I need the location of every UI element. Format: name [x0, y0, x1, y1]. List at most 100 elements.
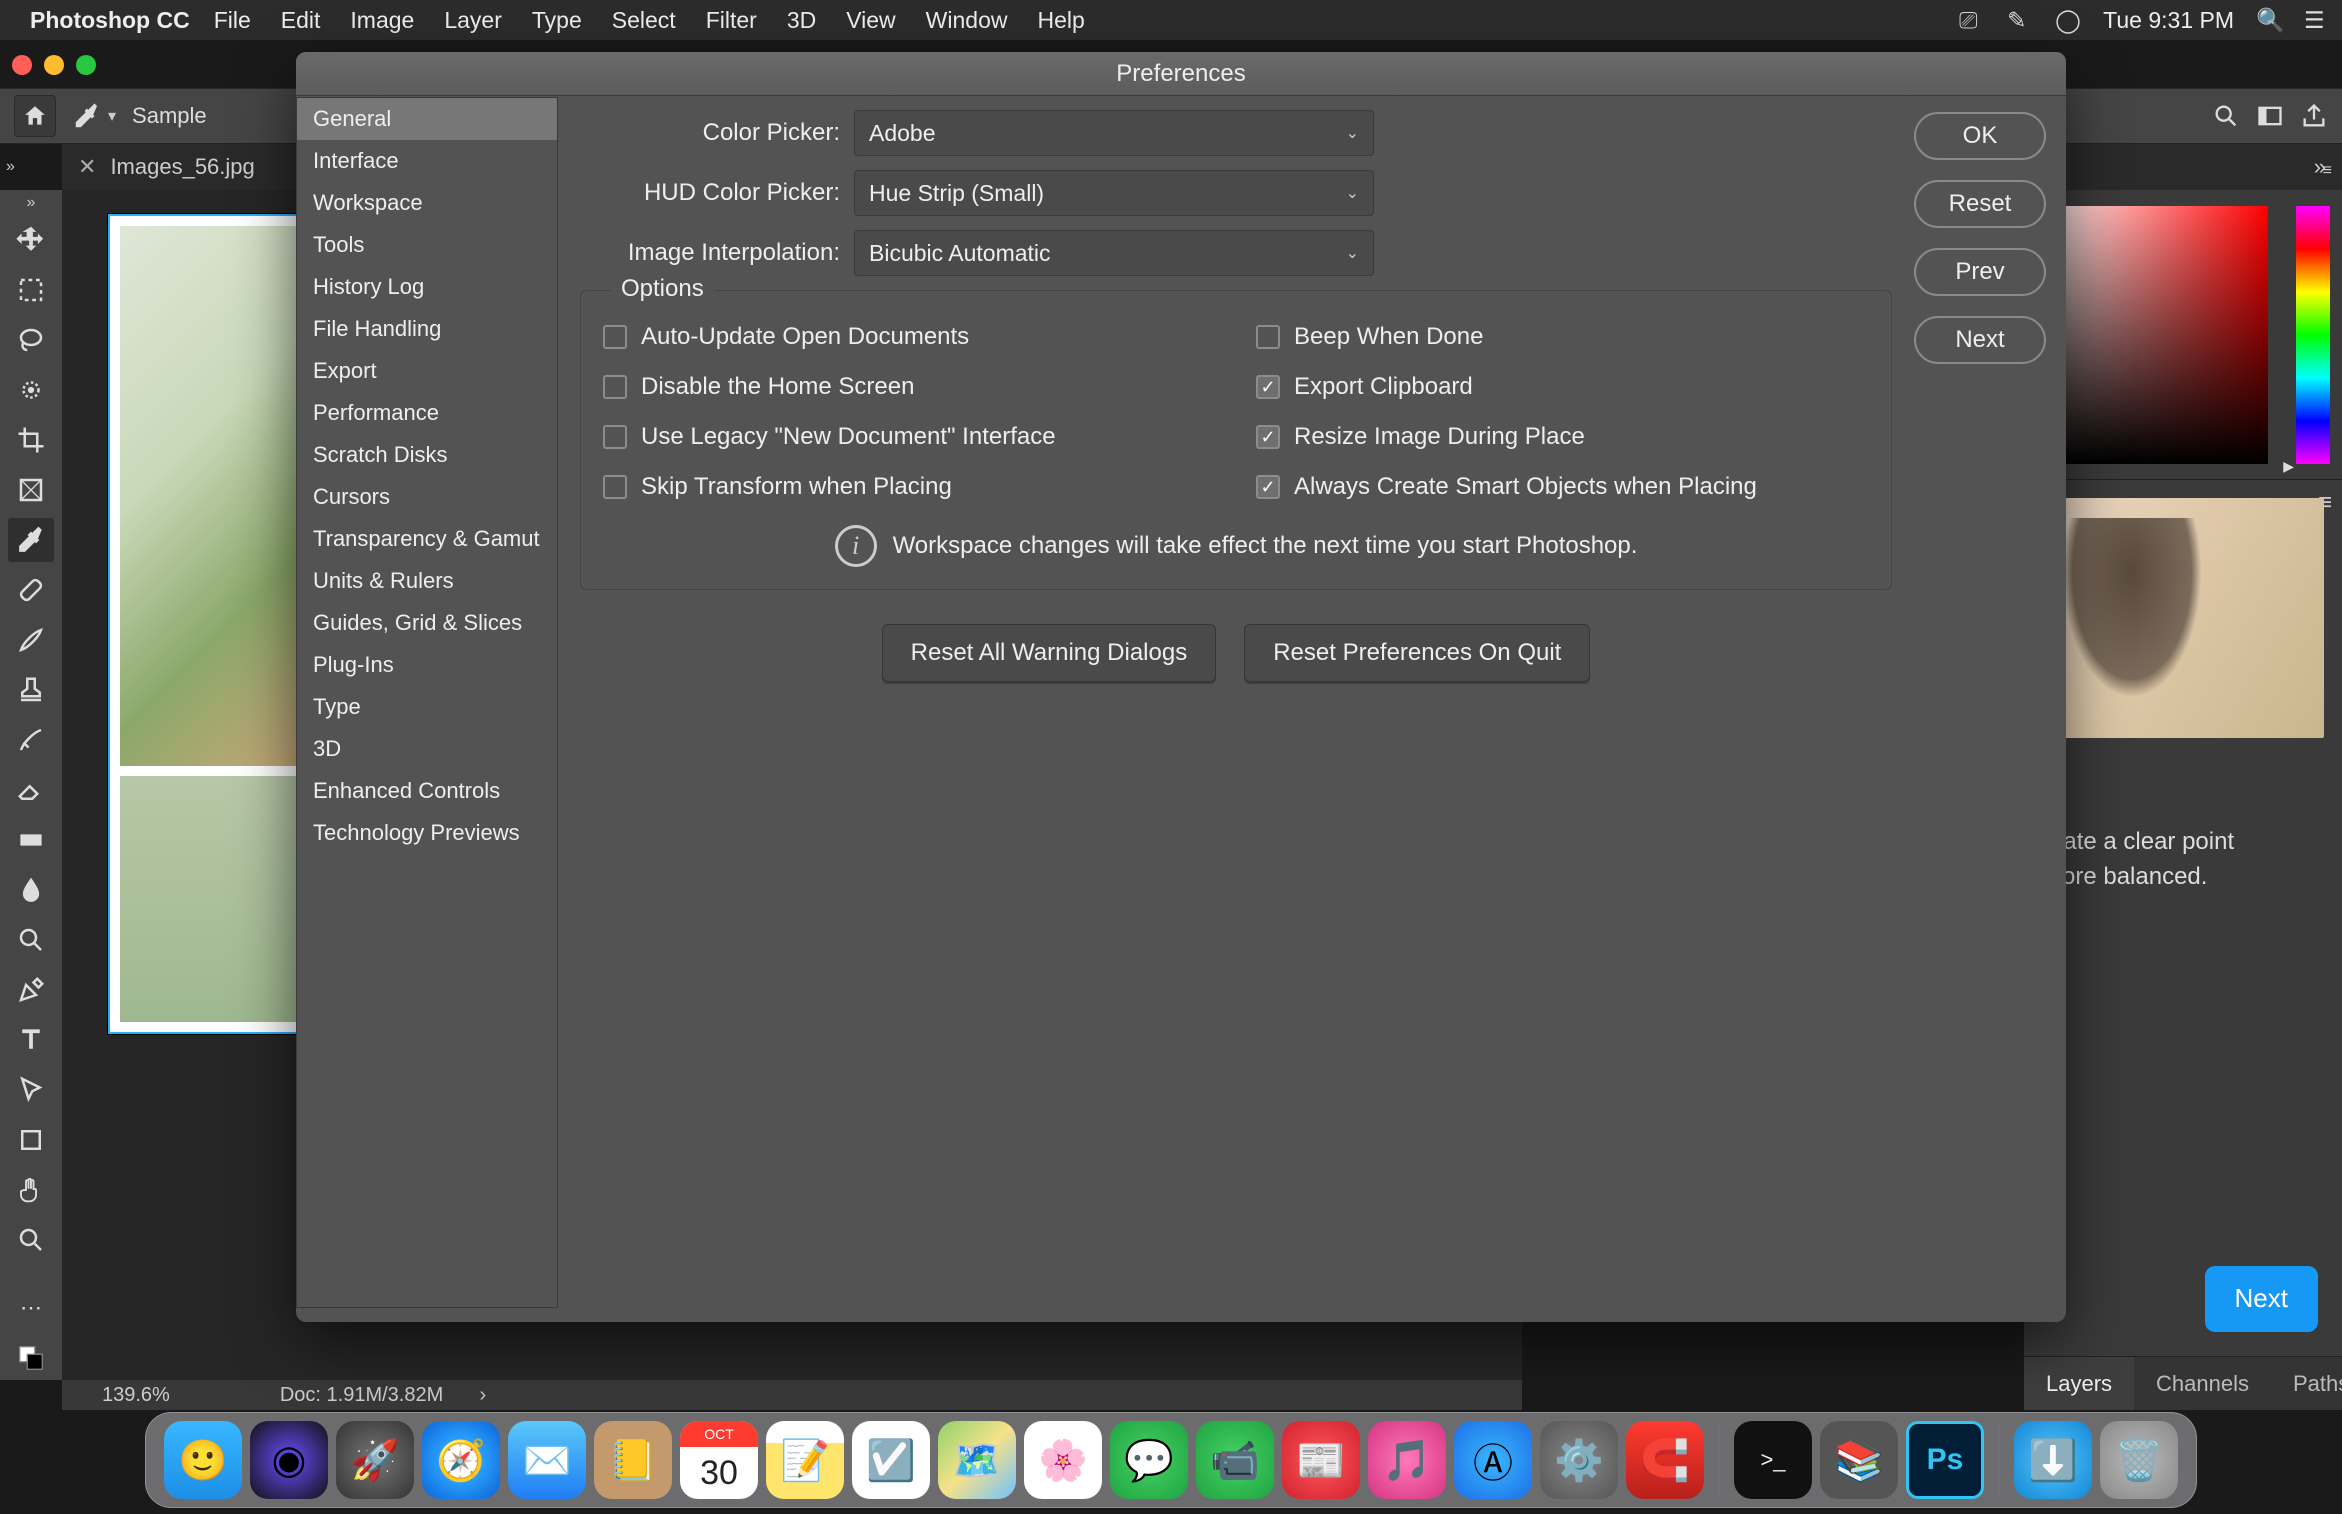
- move-tool[interactable]: [8, 218, 54, 262]
- path-select-tool[interactable]: [8, 1068, 54, 1112]
- history-brush-tool[interactable]: [8, 718, 54, 762]
- reset-on-quit-button[interactable]: Reset Preferences On Quit: [1244, 624, 1590, 682]
- prefs-cat-type[interactable]: Type: [297, 686, 557, 728]
- dock-terminal[interactable]: >_: [1734, 1421, 1812, 1499]
- eyedropper-tool[interactable]: [8, 518, 54, 562]
- prefs-cat-scratch-disks[interactable]: Scratch Disks: [297, 434, 557, 476]
- panel-menu-icon[interactable]: ≡: [2323, 162, 2332, 180]
- dock-photos[interactable]: 🌸: [1024, 1421, 1102, 1499]
- prefs-cat-plug-ins[interactable]: Plug-Ins: [297, 644, 557, 686]
- dock-safari[interactable]: 🧭: [422, 1421, 500, 1499]
- menubar-clock[interactable]: Tue 9:31 PM: [2103, 7, 2234, 34]
- prefs-cat-tools[interactable]: Tools: [297, 224, 557, 266]
- home-button[interactable]: [14, 95, 56, 137]
- foreground-background-colors[interactable]: [8, 1336, 54, 1380]
- menu-3d[interactable]: 3D: [787, 7, 816, 34]
- menu-filter[interactable]: Filter: [706, 7, 757, 34]
- checkbox-skip-transform-when-placing[interactable]: Skip Transform when Placing: [603, 473, 1216, 501]
- zoom-level[interactable]: 139.6%: [102, 1384, 170, 1407]
- edit-toolbar-button[interactable]: ⋯: [8, 1286, 54, 1330]
- prefs-cat-general[interactable]: General: [297, 98, 557, 140]
- dock-facetime[interactable]: 📹: [1196, 1421, 1274, 1499]
- prefs-cat-guides-grid-slices[interactable]: Guides, Grid & Slices: [297, 602, 557, 644]
- tab-paths[interactable]: Paths: [2271, 1357, 2342, 1410]
- crop-tool[interactable]: [8, 418, 54, 462]
- dock-mail[interactable]: ✉️: [508, 1421, 586, 1499]
- hue-slider[interactable]: [2296, 206, 2330, 464]
- hud-picker-select[interactable]: Hue Strip (Small)⌄: [854, 170, 1374, 216]
- menu-view[interactable]: View: [846, 7, 895, 34]
- brush-tool[interactable]: [8, 618, 54, 662]
- dodge-tool[interactable]: [8, 918, 54, 962]
- dock-reminders[interactable]: ☑️: [852, 1421, 930, 1499]
- airplay-icon[interactable]: ⎚: [1959, 7, 1985, 33]
- prev-button[interactable]: Prev: [1914, 248, 2046, 296]
- stamp-tool[interactable]: [8, 668, 54, 712]
- app-name[interactable]: Photoshop CC: [30, 7, 190, 34]
- dock-itunes[interactable]: 🎵: [1368, 1421, 1446, 1499]
- dock-maps[interactable]: 🗺️: [938, 1421, 1016, 1499]
- frame-tool[interactable]: [8, 468, 54, 512]
- zoom-tool[interactable]: [8, 1218, 54, 1262]
- dock-notes[interactable]: 📝: [766, 1421, 844, 1499]
- checkbox-disable-the-home-screen[interactable]: Disable the Home Screen: [603, 373, 1216, 401]
- menubar-list-icon[interactable]: ☰: [2304, 7, 2330, 33]
- menu-layer[interactable]: Layer: [444, 7, 502, 34]
- tab-channels[interactable]: Channels: [2134, 1357, 2271, 1410]
- spotlight-icon[interactable]: 🔍: [2256, 7, 2282, 33]
- prefs-cat-transparency-gamut[interactable]: Transparency & Gamut: [297, 518, 557, 560]
- checkbox-resize-image-during-place[interactable]: Resize Image During Place: [1256, 423, 1869, 451]
- color-field[interactable]: [2038, 206, 2268, 464]
- prefs-cat-enhanced-controls[interactable]: Enhanced Controls: [297, 770, 557, 812]
- doc-size[interactable]: Doc: 1.91M/3.82M: [280, 1384, 443, 1406]
- checkbox-use-legacy-new-document-interface[interactable]: Use Legacy "New Document" Interface: [603, 423, 1216, 451]
- eraser-tool[interactable]: [8, 768, 54, 812]
- tab-close-icon[interactable]: ✕: [78, 154, 96, 180]
- quick-select-tool[interactable]: [8, 368, 54, 412]
- prefs-cat-cursors[interactable]: Cursors: [297, 476, 557, 518]
- learn-next-button[interactable]: Next: [2205, 1266, 2318, 1332]
- reset-warnings-button[interactable]: Reset All Warning Dialogs: [882, 624, 1217, 682]
- dock-sysprefs[interactable]: ⚙️: [1540, 1421, 1618, 1499]
- dock-appstore[interactable]: Ⓐ: [1454, 1421, 1532, 1499]
- color-picker-select[interactable]: Adobe⌄: [854, 110, 1374, 156]
- document-tab-title[interactable]: Images_56.jpg: [110, 154, 254, 180]
- search-icon[interactable]: [2212, 102, 2240, 130]
- menu-edit[interactable]: Edit: [281, 7, 321, 34]
- pen-tool[interactable]: [8, 968, 54, 1012]
- dock-news[interactable]: 📰: [1282, 1421, 1360, 1499]
- menu-type[interactable]: Type: [532, 7, 582, 34]
- status-menu-chevron-icon[interactable]: ›: [457, 1384, 486, 1406]
- next-button[interactable]: Next: [1914, 316, 2046, 364]
- prefs-cat-performance[interactable]: Performance: [297, 392, 557, 434]
- window-minimize-button[interactable]: [44, 55, 64, 75]
- window-zoom-button[interactable]: [76, 55, 96, 75]
- current-tool-indicator[interactable]: ▾: [72, 101, 116, 131]
- dock-photoshop[interactable]: Ps: [1906, 1421, 1984, 1499]
- marquee-tool[interactable]: [8, 268, 54, 312]
- checkbox-always-create-smart-objects-when-placing[interactable]: Always Create Smart Objects when Placing: [1256, 473, 1869, 501]
- ink-icon[interactable]: ✎: [2007, 7, 2033, 33]
- checkbox-beep-when-done[interactable]: Beep When Done: [1256, 323, 1869, 351]
- tab-layers[interactable]: Layers: [2024, 1357, 2134, 1410]
- checkbox-export-clipboard[interactable]: Export Clipboard: [1256, 373, 1869, 401]
- dock-books[interactable]: 📚: [1820, 1421, 1898, 1499]
- prefs-cat-history-log[interactable]: History Log: [297, 266, 557, 308]
- dock-magnet[interactable]: 🧲: [1626, 1421, 1704, 1499]
- panel-toggle-icon[interactable]: [2256, 102, 2284, 130]
- lasso-tool[interactable]: [8, 318, 54, 362]
- gradient-tool[interactable]: [8, 818, 54, 862]
- share-icon[interactable]: [2300, 102, 2328, 130]
- prefs-cat-interface[interactable]: Interface: [297, 140, 557, 182]
- blur-tool[interactable]: [8, 868, 54, 912]
- ok-button[interactable]: OK: [1914, 112, 2046, 160]
- dock-trash[interactable]: 🗑️: [2100, 1421, 2178, 1499]
- type-tool[interactable]: [8, 1018, 54, 1062]
- prefs-cat-technology-previews[interactable]: Technology Previews: [297, 812, 557, 854]
- checkbox-auto-update-open-documents[interactable]: Auto-Update Open Documents: [603, 323, 1216, 351]
- dock-contacts[interactable]: 📒: [594, 1421, 672, 1499]
- reset-button[interactable]: Reset: [1914, 180, 2046, 228]
- dock-messages[interactable]: 💬: [1110, 1421, 1188, 1499]
- hand-tool[interactable]: [8, 1168, 54, 1212]
- tools-expand-icon[interactable]: »: [27, 194, 36, 212]
